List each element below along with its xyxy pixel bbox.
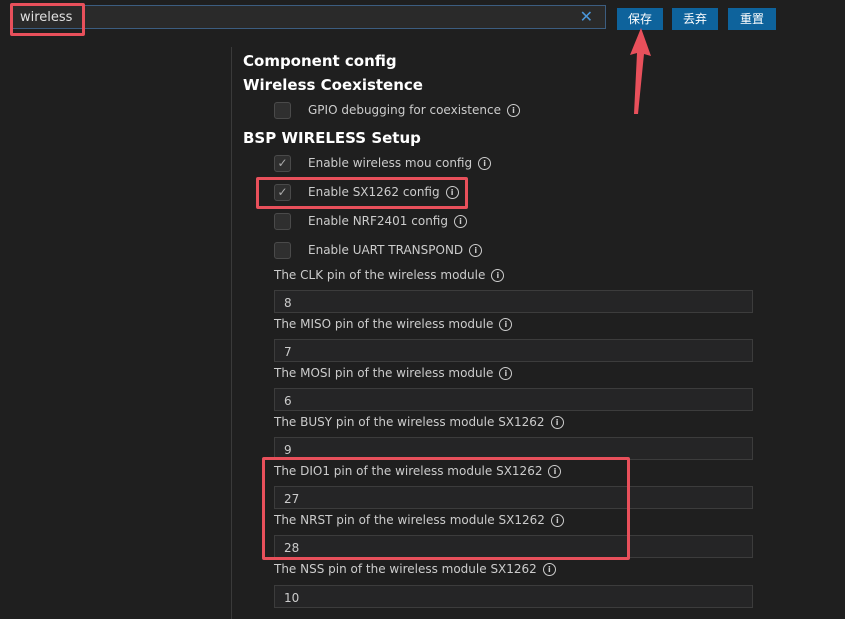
info-icon[interactable]: i: [542, 563, 556, 576]
info-icon[interactable]: i: [478, 157, 492, 170]
miso-pin-input[interactable]: 7: [274, 339, 753, 362]
close-icon[interactable]: ✕: [580, 7, 593, 26]
field-label-miso: The MISO pin of the wireless module i: [274, 317, 513, 331]
section-heading-component-config: Component config: [243, 52, 397, 70]
panel-divider: [231, 47, 232, 619]
info-icon[interactable]: i: [499, 318, 513, 331]
checkbox-wireless-mou[interactable]: ✓: [274, 155, 291, 172]
info-icon[interactable]: i: [499, 367, 513, 380]
info-icon[interactable]: i: [550, 416, 564, 429]
clk-pin-input[interactable]: 8: [274, 290, 753, 313]
nss-pin-input[interactable]: 10: [274, 585, 753, 608]
section-heading-bsp-wireless-setup: BSP WIRELESS Setup: [243, 129, 421, 147]
info-icon[interactable]: i: [469, 244, 483, 257]
highlight-box-sx1262: [256, 177, 468, 209]
checkbox-gpio-debugging[interactable]: [274, 102, 291, 119]
discard-button[interactable]: 丢弃: [672, 8, 718, 30]
info-icon[interactable]: i: [491, 269, 505, 282]
section-heading-wireless-coexistence: Wireless Coexistence: [243, 76, 423, 94]
field-label-clk: The CLK pin of the wireless module i: [274, 268, 505, 282]
mosi-pin-input[interactable]: 6: [274, 388, 753, 411]
highlight-box-pins: [262, 457, 630, 560]
checkbox-label: Enable wireless mou config: [308, 156, 473, 170]
highlight-box-search: [10, 3, 85, 36]
reset-button[interactable]: 重置: [728, 8, 776, 30]
checkbox-label: Enable UART TRANSPOND: [308, 243, 464, 257]
checkbox-nrf2401[interactable]: [274, 213, 291, 230]
checkbox-label: GPIO debugging for coexistence: [308, 103, 501, 117]
field-label-nss: The NSS pin of the wireless module SX126…: [274, 562, 556, 576]
annotation-arrow-icon: [630, 28, 651, 114]
info-icon[interactable]: i: [453, 215, 467, 228]
search-input[interactable]: wireless ✕: [10, 5, 606, 29]
checkbox-label: Enable NRF2401 config: [308, 214, 448, 228]
info-icon[interactable]: i: [506, 104, 520, 117]
field-label-mosi: The MOSI pin of the wireless module i: [274, 366, 513, 380]
field-label-busy: The BUSY pin of the wireless module SX12…: [274, 415, 564, 429]
save-button[interactable]: 保存: [617, 8, 663, 30]
checkbox-uart-transpond[interactable]: [274, 242, 291, 259]
